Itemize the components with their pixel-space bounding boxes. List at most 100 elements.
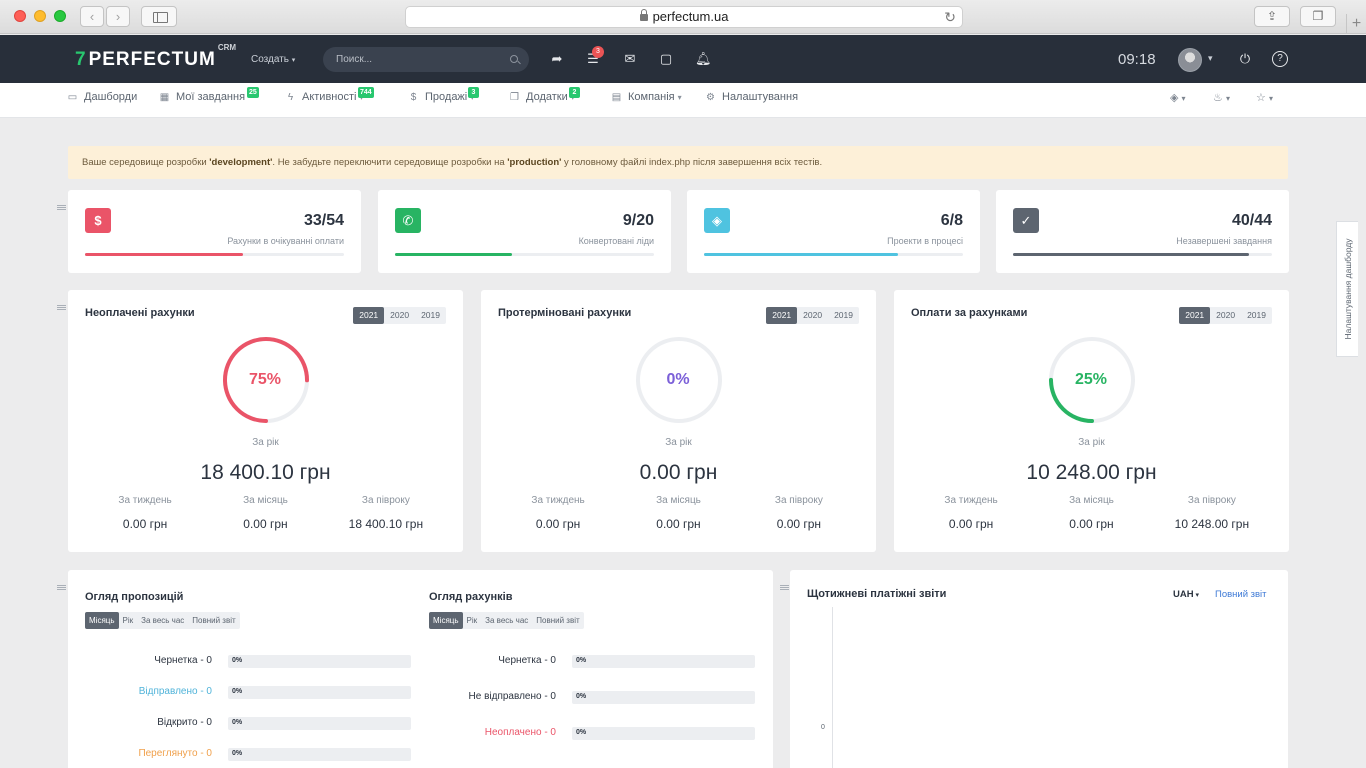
tab-month[interactable]: Місяць: [429, 612, 463, 629]
sub-label: За півроку: [361, 495, 410, 506]
back-button[interactable]: ‹: [80, 6, 104, 27]
search-input[interactable]: Поиск...: [323, 47, 529, 72]
drag-handle-icon[interactable]: [780, 585, 789, 590]
chevron-right-icon: ›: [115, 9, 121, 24]
hot-dropdown[interactable]: ♨ ▾: [1213, 91, 1230, 104]
weekly-amount: За тиждень 0.00 грн: [911, 495, 1031, 531]
notes-icon[interactable]: ▢: [658, 51, 674, 67]
weekly-payments-card: Щотижневі платіжні звіти UAH ▾ Повний зв…: [790, 570, 1288, 768]
nav-item-dashboards[interactable]: ▭ Дашборди: [67, 91, 137, 103]
row-label[interactable]: Переглянуто - 0: [138, 747, 212, 761]
nav-item-label: Активності: [302, 91, 357, 103]
year-tab[interactable]: 2021: [1179, 307, 1211, 324]
year-tab[interactable]: 2019: [415, 307, 446, 324]
close-window-button[interactable]: [14, 10, 26, 22]
invoice-payments-card: Оплати за рахунками 2021 2020 2019 25% З…: [894, 290, 1289, 552]
stat-card-pending-invoices[interactable]: $ 33/54 Рахунки в очікуванні оплати: [68, 190, 361, 273]
chevron-down-icon[interactable]: ▾: [1208, 53, 1213, 64]
row-label[interactable]: Чернетка - 0: [154, 654, 212, 668]
drag-handle-icon[interactable]: [57, 585, 66, 590]
tabs-overview-button[interactable]: ❐: [1300, 6, 1336, 27]
stat-card-tasks[interactable]: ✓ 40/44 Незавершені завдання: [996, 190, 1289, 273]
year-tab[interactable]: 2020: [384, 307, 415, 324]
layers-dropdown[interactable]: ◈ ▾: [1170, 91, 1186, 104]
power-icon[interactable]: ⏻: [1237, 51, 1253, 67]
overview-card: Огляд пропозицій Місяць Рік За весь час …: [68, 570, 773, 768]
nav-item-company[interactable]: ▤ Компанія ▾: [611, 91, 682, 103]
nav-item-label: Продажі: [425, 91, 468, 103]
logo[interactable]: 7 PERFECTUMCRM: [75, 43, 236, 71]
nav-badge: 2: [569, 87, 580, 98]
tab-full-report[interactable]: Повний звіт: [532, 612, 583, 629]
nav-item-activities[interactable]: ϟАктивності▾744: [285, 87, 374, 103]
tab-full-report[interactable]: Повний звіт: [188, 612, 239, 629]
year-tab[interactable]: 2020: [797, 307, 828, 324]
stat-card-projects[interactable]: ◈ 6/8 Проекти в процесі: [687, 190, 980, 273]
search-icon[interactable]: [510, 55, 518, 63]
favorites-dropdown[interactable]: ☆ ▾: [1256, 91, 1273, 104]
year-tab[interactable]: 2021: [353, 307, 385, 324]
tabs-icon: ❐: [1312, 9, 1324, 23]
sub-value: 18 400.10 грн: [348, 517, 424, 531]
tab-month[interactable]: Місяць: [85, 612, 119, 629]
drag-handle-icon[interactable]: [57, 305, 66, 310]
stat-label: Конвертовані ліди: [578, 236, 654, 246]
logo-text: PERFECTUM: [88, 49, 216, 70]
nav-item-sales[interactable]: $Продажі▾3: [408, 87, 479, 103]
drag-handle-icon[interactable]: [57, 205, 66, 210]
create-dropdown[interactable]: Создать ▾: [251, 54, 295, 65]
help-icon[interactable]: ?: [1272, 51, 1288, 67]
share-button[interactable]: ⇪: [1254, 6, 1290, 27]
tab-year[interactable]: Рік: [463, 612, 482, 629]
row-label[interactable]: Відкрито - 0: [157, 716, 212, 730]
minimize-window-button[interactable]: [34, 10, 46, 22]
year-tab[interactable]: 2020: [1210, 307, 1241, 324]
tab-all-time[interactable]: За весь час: [137, 612, 188, 629]
dashboard-settings-tab[interactable]: Налаштування дашборду: [1336, 221, 1358, 357]
row-label[interactable]: Не відправлено - 0: [469, 690, 556, 704]
period-label: За рік: [665, 437, 692, 448]
sub-value: 10 248.00 грн: [1174, 517, 1250, 531]
sidebar-toggle-button[interactable]: [141, 6, 177, 27]
nav-item-apps[interactable]: ❐Додатки▾2: [509, 87, 580, 103]
half-year-amount: За півроку 10 248.00 грн: [1152, 495, 1272, 531]
stat-card-converted-leads[interactable]: ✆ 9/20 Конвертовані ліди: [378, 190, 671, 273]
sub-value: 0.00 грн: [535, 517, 581, 531]
stat-progress-fill: [85, 253, 243, 256]
new-tab-button[interactable]: +: [1346, 14, 1366, 34]
app-header: 7 PERFECTUMCRM Создать ▾ Поиск... ➦ ☰ 3 ✉…: [0, 35, 1366, 83]
fullscreen-window-button[interactable]: [54, 10, 66, 22]
year-tab[interactable]: 2021: [766, 307, 798, 324]
nav-item-my-tasks[interactable]: ▦ Мої завдання 25: [159, 87, 259, 103]
tab-year[interactable]: Рік: [119, 612, 138, 629]
sub-value: 0.00 грн: [656, 517, 701, 531]
bell-icon[interactable]: 🔔︎: [695, 51, 712, 67]
year-tab[interactable]: 2019: [1241, 307, 1272, 324]
share-arrow-icon[interactable]: ➦: [549, 51, 565, 67]
forward-button[interactable]: ›: [106, 6, 130, 27]
nav-item-settings[interactable]: ⚙ Налаштування: [705, 91, 798, 103]
copy-icon: ❐: [510, 91, 519, 103]
full-report-link[interactable]: Повний звіт: [1215, 589, 1267, 600]
create-label: Создать: [251, 54, 290, 65]
mail-icon[interactable]: ✉: [622, 51, 638, 67]
year-tabs: 2021 2020 2019: [766, 307, 859, 324]
sub-label: За півроку: [1187, 495, 1236, 506]
row-label[interactable]: Чернетка - 0: [498, 654, 556, 668]
year-tab[interactable]: 2019: [828, 307, 859, 324]
half-year-amount: За півроку 0.00 грн: [739, 495, 859, 531]
currency-dropdown[interactable]: UAH ▾: [1173, 589, 1199, 600]
chevron-down-icon: ▾: [677, 92, 682, 102]
sub-value: 0.00 грн: [122, 517, 168, 531]
tab-all-time[interactable]: За весь час: [481, 612, 532, 629]
total-amount: 0.00 грн: [639, 461, 718, 484]
address-bar[interactable]: perfectum.ua ↻: [405, 6, 963, 28]
row-label[interactable]: Неоплачено - 0: [485, 726, 556, 740]
row-label[interactable]: Відправлено - 0: [139, 685, 212, 699]
sub-label: За місяць: [656, 495, 701, 506]
donut-percent: 25%: [1074, 371, 1108, 388]
weekly-amount: За тиждень 0.00 грн: [85, 495, 205, 531]
reload-icon[interactable]: ↻: [944, 7, 956, 27]
lock-icon: [639, 9, 648, 21]
avatar[interactable]: [1178, 48, 1202, 72]
